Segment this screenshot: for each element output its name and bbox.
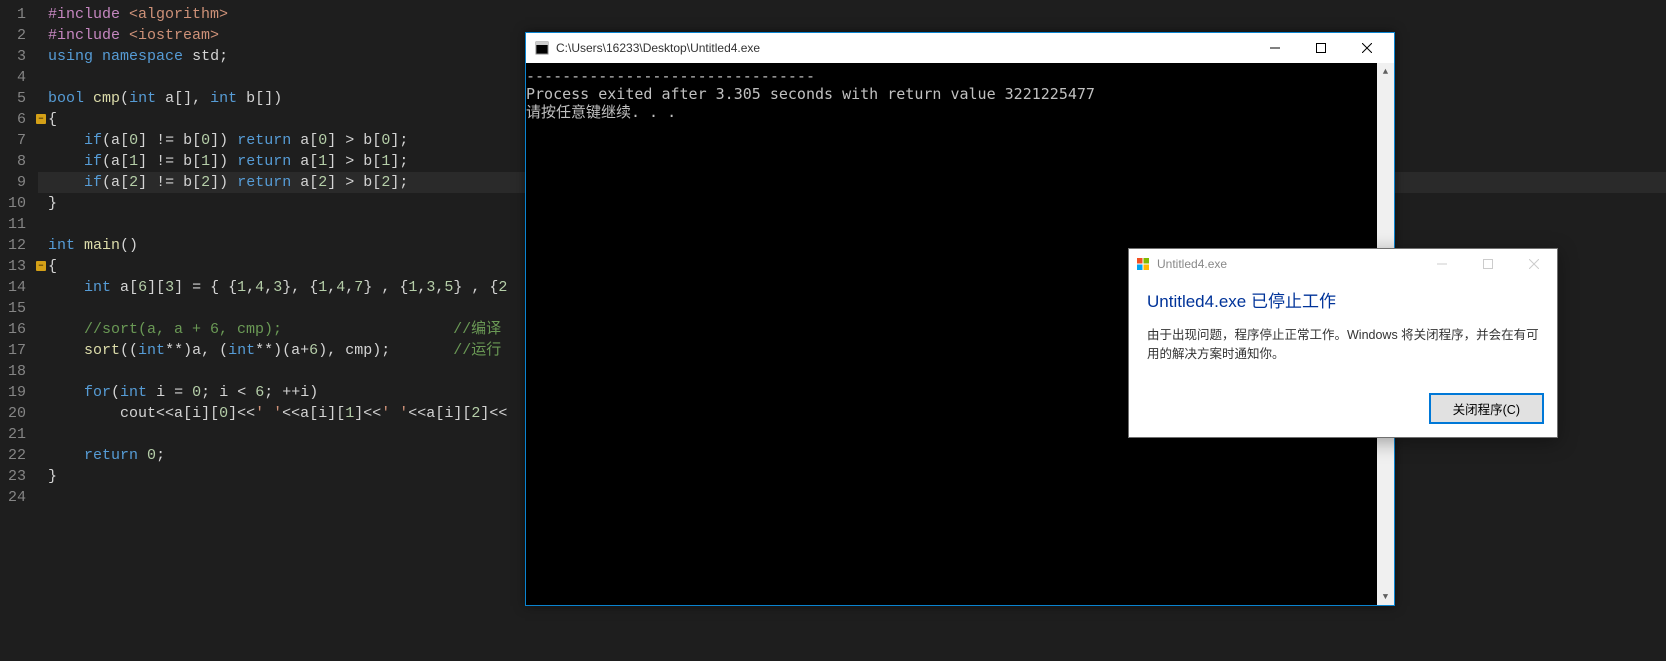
line-number: 11 [8, 214, 26, 235]
console-icon [534, 40, 550, 56]
dialog-title: Untitled4.exe [1157, 257, 1227, 271]
console-title: C:\Users\16233\Desktop\Untitled4.exe [556, 41, 1252, 55]
dialog-heading: Untitled4.exe 已停止工作 [1147, 287, 1539, 312]
line-number: 18 [8, 361, 26, 382]
console-line: Process exited after 3.305 seconds with … [526, 85, 1377, 103]
line-number: 1 [8, 4, 26, 25]
dialog-titlebar[interactable]: Untitled4.exe [1129, 249, 1557, 279]
dialog-message: 由于出现问题，程序停止正常工作。Windows 将关闭程序，并会在有可用的解决方… [1147, 326, 1539, 365]
line-number: 15 [8, 298, 26, 319]
line-number: 10 [8, 193, 26, 214]
minimize-button[interactable] [1252, 33, 1298, 63]
line-number: 5 [8, 88, 26, 109]
dialog-maximize-button [1465, 249, 1511, 279]
line-number: 6 [8, 109, 26, 130]
close-program-button[interactable]: 关闭程序(C) [1430, 394, 1543, 423]
console-line: -------------------------------- [526, 67, 1377, 85]
line-number: 8 [8, 151, 26, 172]
line-number: 19 [8, 382, 26, 403]
error-dialog[interactable]: Untitled4.exe Untitled4.exe 已停止工作 由于出现问题… [1128, 248, 1558, 438]
line-number: 9 [8, 172, 26, 193]
line-number: 16 [8, 319, 26, 340]
line-number: 7 [8, 130, 26, 151]
scroll-down[interactable]: ▼ [1377, 588, 1394, 605]
line-number: 22 [8, 445, 26, 466]
line-number: 3 [8, 46, 26, 67]
line-number: 24 [8, 487, 26, 508]
dialog-app-icon [1135, 256, 1151, 272]
code-line[interactable]: #include <algorithm> [38, 4, 1666, 25]
line-number: 2 [8, 25, 26, 46]
scroll-up[interactable]: ▲ [1377, 63, 1394, 80]
dialog-close-button[interactable] [1511, 249, 1557, 279]
line-number-gutter: 123456789101112131415161718192021222324 [0, 0, 38, 661]
line-number: 4 [8, 67, 26, 88]
line-number: 17 [8, 340, 26, 361]
close-button[interactable] [1344, 33, 1390, 63]
console-titlebar[interactable]: C:\Users\16233\Desktop\Untitled4.exe [526, 33, 1394, 63]
fold-marker[interactable]: − [36, 261, 46, 271]
line-number: 21 [8, 424, 26, 445]
line-number: 23 [8, 466, 26, 487]
maximize-button[interactable] [1298, 33, 1344, 63]
line-number: 20 [8, 403, 26, 424]
fold-marker[interactable]: − [36, 114, 46, 124]
line-number: 14 [8, 277, 26, 298]
dialog-minimize-button [1419, 249, 1465, 279]
line-number: 13 [8, 256, 26, 277]
line-number: 12 [8, 235, 26, 256]
console-line: 请按任意键继续. . . [526, 103, 1377, 121]
